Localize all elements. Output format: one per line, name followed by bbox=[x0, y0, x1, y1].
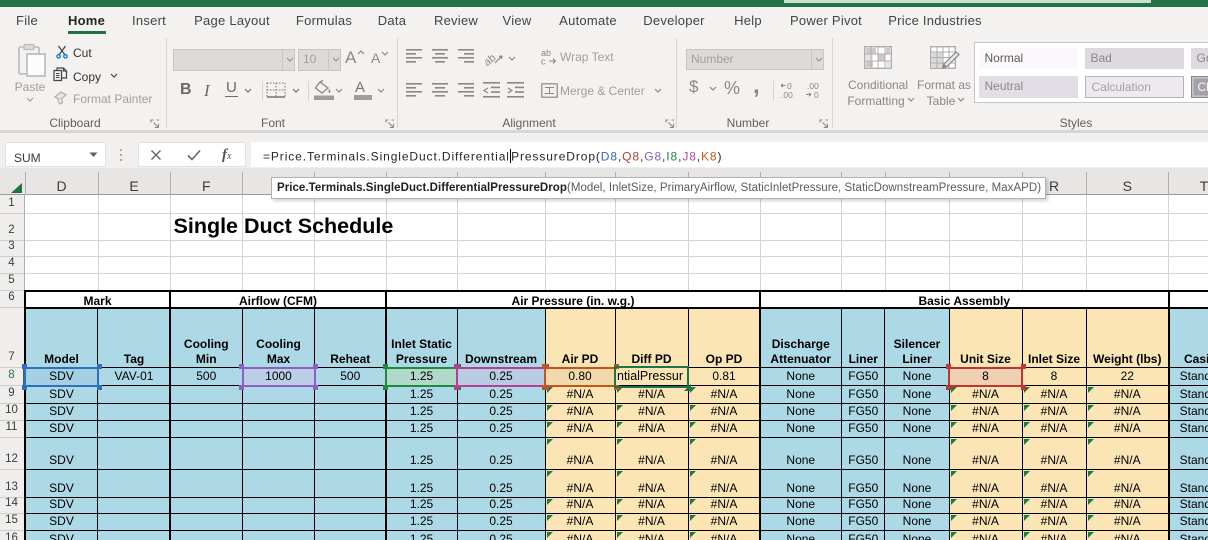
svg-text:c: c bbox=[541, 57, 546, 66]
svg-text:.00: .00 bbox=[781, 90, 793, 99]
svg-text:0: 0 bbox=[814, 90, 819, 99]
svg-text:ab: ab bbox=[485, 52, 498, 66]
